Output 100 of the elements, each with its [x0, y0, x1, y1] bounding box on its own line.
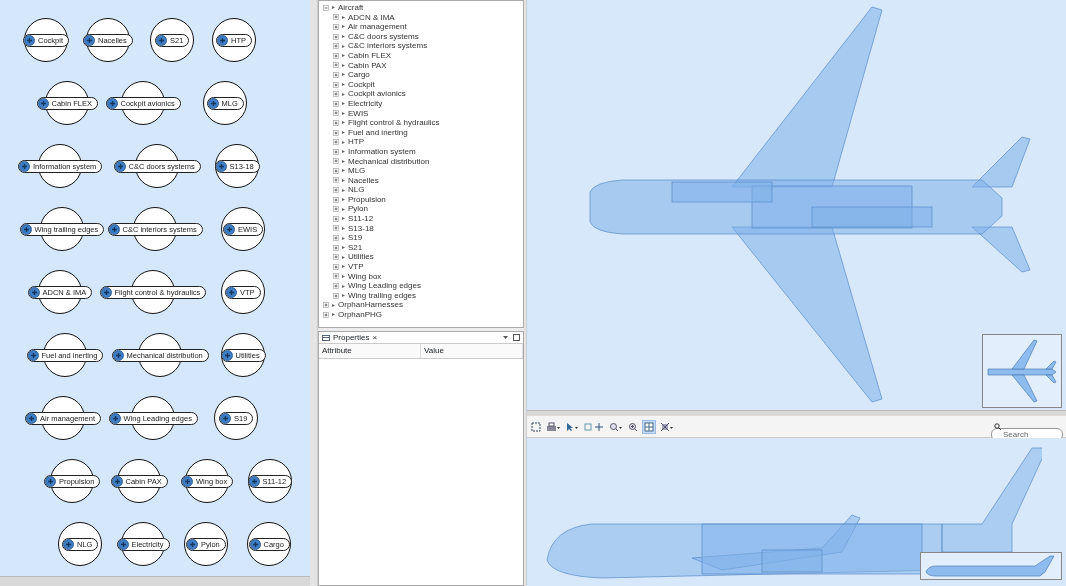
plus-icon[interactable]: [156, 34, 167, 46]
plus-icon[interactable]: [100, 286, 112, 298]
tree-item[interactable]: C&C doors systems: [348, 31, 419, 42]
tree-item[interactable]: OrphanPHG: [338, 310, 383, 320]
plus-icon[interactable]: [187, 538, 198, 550]
expand-icon[interactable]: [333, 235, 339, 242]
plus-icon[interactable]: [20, 223, 32, 235]
expand-icon[interactable]: [333, 24, 339, 30]
tree-item[interactable]: Electricity: [348, 98, 383, 109]
expand-icon[interactable]: [333, 273, 339, 280]
expand-icon[interactable]: [333, 158, 339, 165]
expand-icon[interactable]: [333, 263, 339, 270]
expand-icon[interactable]: [333, 167, 339, 174]
expand-icon[interactable]: [333, 100, 339, 107]
plus-icon[interactable]: [19, 160, 30, 172]
plus-icon[interactable]: [63, 538, 74, 550]
expand-icon[interactable]: [333, 225, 339, 232]
tree-item[interactable]: Mechanical distribution: [348, 156, 430, 167]
overview-thumbnail[interactable]: [982, 334, 1062, 408]
expand-icon[interactable]: [333, 33, 339, 40]
expand-icon[interactable]: [333, 196, 339, 203]
expand-icon[interactable]: [333, 129, 339, 136]
select-icon[interactable]: [530, 419, 542, 434]
tree-item[interactable]: HTP: [348, 137, 364, 147]
plus-icon[interactable]: [112, 349, 124, 361]
plus-icon[interactable]: [248, 475, 260, 487]
expand-icon[interactable]: [333, 71, 339, 78]
tree-item[interactable]: Air management: [348, 22, 407, 32]
tree-item[interactable]: Cockpit: [348, 79, 375, 90]
maximize-icon[interactable]: [513, 334, 520, 341]
tree-item[interactable]: Wing box: [348, 271, 382, 282]
tree-item[interactable]: C&C interiors systems: [348, 41, 428, 51]
expand-icon[interactable]: [333, 254, 339, 261]
tree-item[interactable]: VTP: [348, 262, 364, 272]
plus-icon[interactable]: [117, 538, 129, 550]
plus-icon[interactable]: [220, 412, 231, 424]
tree-item[interactable]: EWIS: [348, 108, 369, 119]
minimize-icon[interactable]: [502, 334, 509, 341]
tree-item[interactable]: MLG: [348, 166, 366, 176]
horizontal-scrollbar[interactable]: [527, 410, 1066, 416]
grid-icon[interactable]: [642, 419, 656, 434]
expand-icon[interactable]: [333, 91, 339, 98]
tree-item[interactable]: S11-12: [348, 214, 374, 224]
tree-item[interactable]: Fuel and inerting: [348, 127, 408, 138]
tree-item[interactable]: ADCN & IMA: [348, 12, 395, 23]
plus-icon[interactable]: [207, 97, 219, 109]
tree-item[interactable]: Information system: [348, 146, 416, 157]
plus-icon[interactable]: [106, 97, 118, 109]
tree-item[interactable]: Wing trailing edges: [348, 290, 417, 301]
plus-icon[interactable]: [182, 475, 193, 487]
plus-icon[interactable]: [221, 349, 233, 361]
expand-icon[interactable]: [333, 283, 339, 289]
expand-icon[interactable]: [333, 206, 339, 213]
tree-item[interactable]: Aircraft: [338, 3, 364, 13]
tree-item[interactable]: S13-18: [348, 223, 374, 234]
plus-icon[interactable]: [215, 160, 227, 172]
plus-icon[interactable]: [26, 412, 37, 424]
tree-item[interactable]: Cargo: [348, 70, 370, 80]
close-button[interactable]: ×: [372, 331, 378, 344]
tree-item[interactable]: S21: [348, 242, 363, 253]
expand-icon[interactable]: [333, 187, 339, 194]
expand-icon[interactable]: [333, 215, 339, 222]
expand-icon[interactable]: [333, 148, 339, 155]
expand-icon[interactable]: [323, 311, 329, 318]
tree-item[interactable]: NLG: [348, 185, 365, 195]
plus-icon[interactable]: [28, 286, 40, 298]
plus-icon[interactable]: [224, 223, 235, 235]
plus-icon[interactable]: [27, 349, 39, 361]
properties-tab[interactable]: Properties: [333, 331, 370, 344]
tree-item[interactable]: Cabin PAX: [348, 60, 387, 71]
plus-icon[interactable]: [111, 475, 123, 487]
horizontal-scrollbar[interactable]: [0, 576, 310, 586]
tree-item[interactable]: Wing Leading edges: [348, 281, 421, 291]
tree-item[interactable]: S19: [348, 233, 363, 243]
plus-icon[interactable]: [217, 34, 228, 46]
plus-icon[interactable]: [84, 34, 95, 46]
expand-icon[interactable]: [333, 43, 339, 50]
expand-icon[interactable]: [333, 81, 339, 88]
expand-icon[interactable]: [333, 110, 339, 117]
expand-icon[interactable]: [333, 62, 339, 69]
plus-icon[interactable]: [114, 160, 126, 172]
expand-icon[interactable]: [333, 52, 339, 59]
expand-icon[interactable]: [333, 119, 339, 126]
expand-icon[interactable]: [333, 244, 339, 251]
expand-icon[interactable]: [333, 292, 339, 299]
overview-thumbnail[interactable]: [920, 552, 1062, 580]
plus-icon[interactable]: [24, 34, 35, 46]
tree-item[interactable]: Cockpit avionics: [348, 89, 406, 99]
plus-icon[interactable]: [109, 412, 121, 424]
plus-icon[interactable]: [37, 97, 49, 109]
plus-icon[interactable]: [249, 538, 261, 550]
expand-icon[interactable]: [333, 14, 339, 21]
vertical-scrollbar[interactable]: [310, 0, 318, 586]
tree-item[interactable]: Propulsion: [348, 194, 386, 205]
tree-item[interactable]: Nacelles: [348, 175, 379, 186]
tree-item[interactable]: OrphanHarnesses: [338, 300, 403, 310]
plus-icon[interactable]: [45, 475, 56, 487]
expand-icon[interactable]: [333, 177, 339, 184]
tree-item[interactable]: Utilities: [348, 252, 374, 263]
collapse-icon[interactable]: [323, 4, 329, 11]
